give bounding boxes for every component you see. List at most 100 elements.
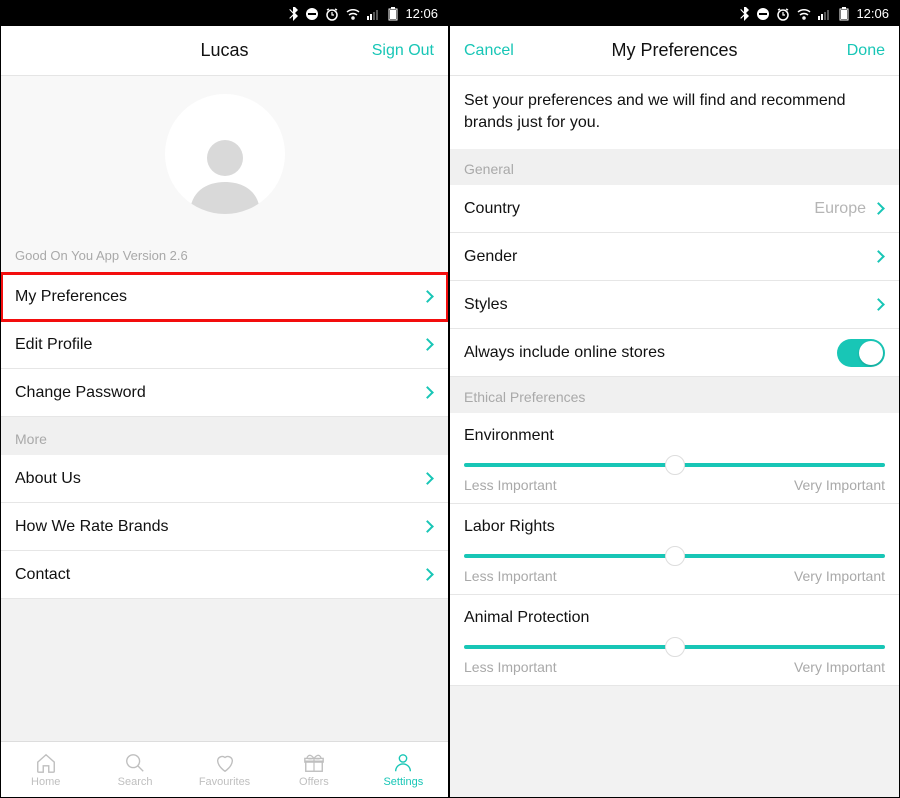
settings-content: Good On You App Version 2.6 My Preferenc…	[1, 76, 448, 741]
tab-settings[interactable]: Settings	[359, 742, 448, 797]
row-contact[interactable]: Contact	[1, 551, 448, 599]
battery-icon	[838, 7, 850, 21]
section-general: General	[450, 149, 899, 185]
environment-slider[interactable]	[464, 463, 885, 467]
chevron-right-icon	[421, 338, 434, 351]
slider-thumb[interactable]	[665, 455, 685, 475]
two-phone-layout: 12:06 Lucas Sign Out Good On You App Ver…	[0, 0, 900, 798]
chevron-right-icon	[421, 568, 434, 581]
avatar-zone	[1, 76, 448, 222]
page-title: My Preferences	[544, 40, 805, 61]
gift-icon	[303, 752, 325, 774]
alarm-icon	[325, 7, 339, 21]
chevron-right-icon	[421, 386, 434, 399]
preferences-content: Set your preferences and we will find an…	[450, 76, 899, 797]
tab-label: Offers	[299, 776, 329, 788]
row-label: Always include online stores	[464, 344, 665, 362]
wifi-icon	[796, 8, 812, 20]
animal-slider[interactable]	[464, 645, 885, 649]
row-country[interactable]: Country Europe	[450, 185, 899, 233]
row-gender[interactable]: Gender	[450, 233, 899, 281]
done-button[interactable]: Done	[805, 42, 885, 60]
online-stores-toggle[interactable]	[837, 339, 885, 367]
tab-label: Favourites	[199, 776, 250, 788]
row-online-stores: Always include online stores	[450, 329, 899, 377]
row-how-we-rate[interactable]: How We Rate Brands	[1, 503, 448, 551]
row-label: About Us	[15, 470, 81, 488]
slider-thumb[interactable]	[665, 637, 685, 657]
tab-bar: Home Search Favourites Offers Settings	[1, 741, 448, 797]
slider-thumb[interactable]	[665, 546, 685, 566]
row-label: Change Password	[15, 384, 146, 402]
tab-home[interactable]: Home	[1, 742, 90, 797]
page-title: Lucas	[95, 40, 354, 61]
search-icon	[124, 752, 146, 774]
profile-icon	[392, 752, 414, 774]
row-label: How We Rate Brands	[15, 518, 169, 536]
row-change-password[interactable]: Change Password	[1, 369, 448, 417]
alarm-icon	[776, 7, 790, 21]
navbar: Cancel My Preferences Done	[450, 26, 899, 76]
row-label: Gender	[464, 248, 517, 266]
slider-min-label: Less Important	[464, 568, 557, 584]
tab-label: Search	[118, 776, 153, 788]
tab-offers[interactable]: Offers	[269, 742, 358, 797]
dnd-icon	[756, 7, 770, 21]
slider-title: Environment	[464, 427, 885, 445]
tab-label: Settings	[383, 776, 423, 788]
labor-slider[interactable]	[464, 554, 885, 558]
intro-text: Set your preferences and we will find an…	[450, 76, 899, 149]
section-more: More	[1, 417, 448, 455]
chevron-right-icon	[421, 472, 434, 485]
row-label: Styles	[464, 296, 508, 314]
slider-min-label: Less Important	[464, 477, 557, 493]
row-label: Contact	[15, 566, 70, 584]
row-label: Edit Profile	[15, 336, 92, 354]
chevron-right-icon	[421, 290, 434, 303]
row-label: My Preferences	[15, 288, 127, 306]
tab-favourites[interactable]: Favourites	[180, 742, 269, 797]
row-styles[interactable]: Styles	[450, 281, 899, 329]
row-value: Europe	[814, 200, 866, 218]
status-bar: 12:06	[1, 1, 448, 26]
slider-min-label: Less Important	[464, 659, 557, 675]
slider-labor: Labor Rights Less Important Very Importa…	[450, 504, 899, 595]
status-time: 12:06	[856, 6, 889, 21]
slider-max-label: Very Important	[794, 568, 885, 584]
section-ethical: Ethical Preferences	[450, 377, 899, 413]
avatar-placeholder-icon	[180, 124, 270, 214]
slider-max-label: Very Important	[794, 659, 885, 675]
signal-icon	[818, 8, 832, 20]
chevron-right-icon	[872, 298, 885, 311]
cancel-button[interactable]: Cancel	[464, 42, 544, 60]
chevron-right-icon	[421, 520, 434, 533]
dnd-icon	[305, 7, 319, 21]
phone-settings: 12:06 Lucas Sign Out Good On You App Ver…	[1, 1, 450, 797]
app-version: Good On You App Version 2.6	[1, 222, 448, 273]
wifi-icon	[345, 8, 361, 20]
row-edit-profile[interactable]: Edit Profile	[1, 321, 448, 369]
chevron-right-icon	[872, 202, 885, 215]
slider-max-label: Very Important	[794, 477, 885, 493]
bluetooth-icon	[289, 7, 299, 21]
slider-animal: Animal Protection Less Important Very Im…	[450, 595, 899, 686]
row-my-preferences[interactable]: My Preferences	[1, 273, 448, 321]
sign-out-button[interactable]: Sign Out	[354, 42, 434, 60]
bluetooth-icon	[740, 7, 750, 21]
row-label: Country	[464, 200, 520, 218]
row-about-us[interactable]: About Us	[1, 455, 448, 503]
phone-preferences: 12:06 Cancel My Preferences Done Set you…	[450, 1, 899, 797]
signal-icon	[367, 8, 381, 20]
tab-label: Home	[31, 776, 60, 788]
avatar[interactable]	[165, 94, 285, 214]
navbar: Lucas Sign Out	[1, 26, 448, 76]
slider-title: Labor Rights	[464, 518, 885, 536]
battery-icon	[387, 7, 399, 21]
status-time: 12:06	[405, 6, 438, 21]
slider-environment: Environment Less Important Very Importan…	[450, 413, 899, 504]
home-icon	[35, 752, 57, 774]
status-bar: 12:06	[450, 1, 899, 26]
slider-title: Animal Protection	[464, 609, 885, 627]
tab-search[interactable]: Search	[90, 742, 179, 797]
heart-icon	[214, 752, 236, 774]
